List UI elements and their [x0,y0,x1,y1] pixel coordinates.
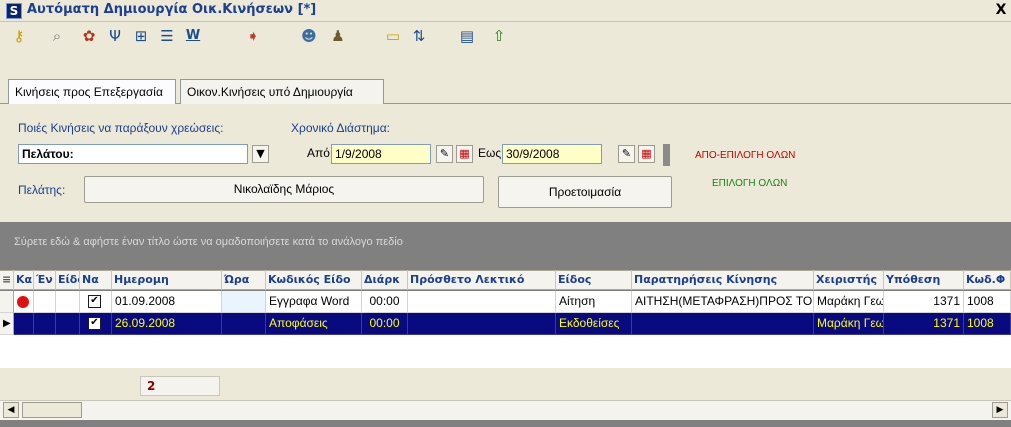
user-icon[interactable]: ☻ [298,25,320,47]
cod-cell: 1008 [964,313,1011,335]
table-cell [14,313,34,335]
col-ka[interactable]: Κα [14,270,34,290]
client-select-button[interactable]: Νικολαϊδης Μάριος [84,176,484,203]
current-row-indicator-icon: ▶ [0,313,14,335]
type-cell: Εκδοθείσες [556,313,632,335]
close-button[interactable]: X [992,2,1010,20]
col-en[interactable]: Έν [34,270,56,290]
operator-cell: Μαράκη Γεω [814,313,884,335]
to-label: Εως [478,146,502,160]
client-label: Πελάτης: [18,183,66,197]
calendar-icon[interactable]: ▦ [638,145,655,163]
w-icon[interactable]: W [182,25,204,47]
row-count: 2 [140,376,220,396]
col-na[interactable]: Να [80,270,112,290]
up-arrow-icon[interactable]: ⇧ [488,25,510,47]
cod-cell: 1008 [964,291,1011,313]
notes-cell [632,313,814,335]
red-dot-icon [14,291,34,313]
col-cod[interactable]: Κωδ.Φ [964,270,1011,290]
charges-label: Ποιές Κινήσεις να παράξουν χρεώσεις: [18,121,224,135]
scroll-right-icon[interactable]: ▶ [992,402,1008,418]
from-date-input[interactable]: 1/9/2008 [331,144,431,164]
case-cell: 1371 [884,313,964,335]
tab-financial-movements[interactable]: Οικον.Κινήσεις υπό Δημιουργία [180,79,384,104]
to-date-input[interactable]: 30/9/2008 [502,144,602,164]
duration-cell: 00:00 [362,291,408,313]
type-cell: Αίτηση [556,291,632,313]
export-icon[interactable]: ➧ [242,25,264,47]
horizontal-scrollbar[interactable] [0,400,1011,420]
code-cell: Εγγραφα Word [266,291,362,313]
grid-empty-area [0,335,1011,368]
row-checkbox[interactable]: ✔ [80,291,112,313]
col-notes[interactable]: Παρατηρήσεις Κίνησης [632,270,814,290]
charges-select[interactable]: Πελάτου: [18,144,248,164]
column-chooser-icon[interactable]: ≡ [0,270,14,290]
calendar-icon[interactable]: ▦ [456,145,473,163]
duration-cell: 00:00 [362,313,408,335]
sort-icon[interactable]: ⇅ [408,25,430,47]
col-type[interactable]: Είδος [556,270,632,290]
tab-movements-to-edit[interactable]: Κινήσεις προς Επεξεργασία [8,79,176,104]
edit-icon[interactable]: ✎ [618,145,635,163]
scroll-left-icon[interactable]: ◀ [3,402,19,418]
app-logo-icon: S [6,3,22,19]
extra-cell [408,291,556,313]
prepare-button[interactable]: Προετοιμασία [498,176,672,208]
row-checkbox[interactable]: ✔ [80,313,112,335]
person-icon[interactable]: ♟ [327,25,349,47]
key-icon[interactable]: ⚷ [8,25,30,47]
chevron-down-icon[interactable]: ▼ [252,145,269,163]
col-extra[interactable]: Πρόσθετο Λεκτικό [408,270,556,290]
table-cell [56,291,80,313]
table-cell [34,291,56,313]
search-icon[interactable]: ⌕ [46,25,68,47]
separator [663,144,670,166]
col-time[interactable]: Ώρα [222,270,266,290]
deselect-all-link[interactable]: ΑΠΟ-ΕΠΙΛΟΓΗ ΟΛΩΝ [695,150,795,161]
code-cell: Αποφάσεις [266,313,362,335]
hierarchy-icon[interactable]: ⊞ [130,25,152,47]
col-code[interactable]: Κωδικός Είδο [266,270,362,290]
notes-icon[interactable]: ▤ [456,25,478,47]
edit-icon[interactable]: ✎ [436,145,453,163]
scroll-thumb[interactable] [22,402,82,418]
date-cell: 26.09.2008 [112,313,222,335]
window-title: Αυτόματη Δημιουργία Οικ.Κινήσεων [*] [27,2,317,17]
table-cell [56,313,80,335]
row-indicator [0,291,14,313]
extra-cell [408,313,556,335]
list-icon[interactable]: ☰ [156,25,178,47]
group-by-hint: Σύρετε εδώ & αφήστε έναν τίτλο ώστε να ο… [14,236,403,248]
col-case[interactable]: Υπόθεση [884,270,964,290]
operator-cell: Μαράκη Γεω [814,291,884,313]
time-cell [222,291,266,313]
period-label: Χρονικό Διάστημα: [291,121,390,135]
tree-icon[interactable]: Ψ [104,25,126,47]
folder-icon[interactable]: ▭ [382,25,404,47]
col-date[interactable]: Ημερομη [112,270,222,290]
case-cell: 1371 [884,291,964,313]
col-eido[interactable]: Είδο [56,270,80,290]
col-operator[interactable]: Χειριστής [814,270,884,290]
notes-cell: ΑΙΤΗΣΗ(ΜΕΤΑΦΡΑΣΗ)ΠΡΟΣ ΤΟ [632,291,814,313]
flower-icon[interactable]: ✿ [78,25,100,47]
time-cell [222,313,266,335]
table-cell [34,313,56,335]
select-all-link[interactable]: ΕΠΙΛΟΓΗ ΟΛΩΝ [712,178,787,189]
from-label: Από [307,146,330,160]
date-cell: 01.09.2008 [112,291,222,313]
col-duration[interactable]: Διάρκ [362,270,408,290]
